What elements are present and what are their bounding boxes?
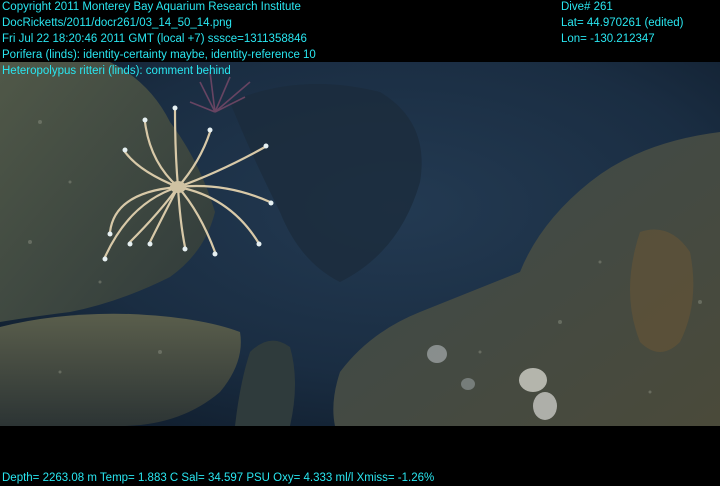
filename-line: DocRicketts/2011/docr261/03_14_50_14.png bbox=[2, 17, 232, 29]
overlay-right: Dive# 261 Lat= 44.970261 (edited) Lon= -… bbox=[561, 0, 683, 47]
seafloor-image bbox=[0, 62, 720, 426]
overlay-left: Copyright 2011 Monterey Bay Aquarium Res… bbox=[2, 0, 316, 79]
annotation-line: Porifera (linds): identity-certainty may… bbox=[2, 49, 316, 61]
longitude: Lon= -130.212347 bbox=[561, 33, 655, 45]
sponge bbox=[533, 392, 557, 420]
annotation-line: Heteropolypus ritteri (linds): comment b… bbox=[2, 65, 231, 77]
sponge bbox=[461, 378, 475, 390]
sponge bbox=[519, 368, 547, 392]
seafloor-scene bbox=[0, 62, 720, 426]
latitude: Lat= 44.970261 (edited) bbox=[561, 17, 684, 29]
sponge bbox=[427, 345, 447, 363]
dive-number: Dive# 261 bbox=[561, 1, 613, 13]
copyright-line: Copyright 2011 Monterey Bay Aquarium Res… bbox=[2, 1, 301, 13]
overlay-bottom: Depth= 2263.08 m Temp= 1.883 C Sal= 34.5… bbox=[2, 470, 434, 486]
sensor-readout: Depth= 2263.08 m Temp= 1.883 C Sal= 34.5… bbox=[2, 472, 435, 484]
video-frame: Copyright 2011 Monterey Bay Aquarium Res… bbox=[0, 0, 720, 486]
timestamp-line: Fri Jul 22 18:20:46 2011 GMT (local +7) … bbox=[2, 33, 307, 45]
